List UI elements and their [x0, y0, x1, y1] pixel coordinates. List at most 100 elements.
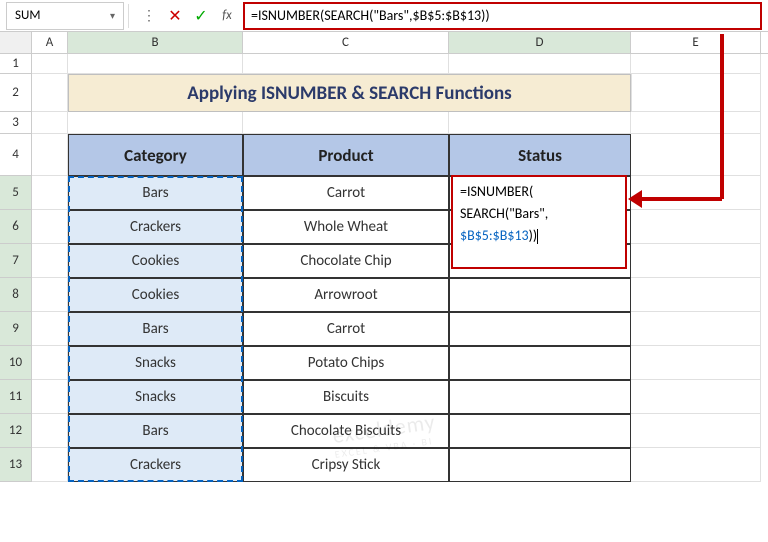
cell-a13[interactable] — [32, 448, 68, 482]
cell-e4[interactable] — [631, 134, 761, 176]
formula-line-3: $B$5:$B$13 — [460, 227, 529, 244]
header-product[interactable]: Product — [243, 134, 449, 176]
cell-b9[interactable]: Bars — [68, 312, 243, 346]
cell-a3[interactable] — [32, 112, 68, 134]
callout-arrow-v — [720, 34, 724, 199]
cell-a7[interactable] — [32, 244, 68, 278]
row-header-8[interactable]: 8 — [0, 278, 32, 312]
row-header-10[interactable]: 10 — [0, 346, 32, 380]
cell-d12[interactable] — [449, 414, 631, 448]
cell-c13[interactable]: Cripsy Stick — [243, 448, 449, 482]
row-1: 1 — [0, 54, 768, 74]
cell-a4[interactable] — [32, 134, 68, 176]
row-header-11[interactable]: 11 — [0, 380, 32, 414]
cell-d10[interactable] — [449, 346, 631, 380]
cell-e10[interactable] — [631, 346, 761, 380]
cell-a12[interactable] — [32, 414, 68, 448]
enter-icon[interactable]: ✓ — [191, 6, 211, 26]
col-header-B[interactable]: B — [68, 32, 243, 53]
row-header-3[interactable]: 3 — [0, 112, 32, 134]
cell-b11[interactable]: Snacks — [68, 380, 243, 414]
cell-e5[interactable] — [631, 176, 761, 210]
cell-a1[interactable] — [32, 54, 68, 74]
row-header-9[interactable]: 9 — [0, 312, 32, 346]
cell-e13[interactable] — [631, 448, 761, 482]
formula-text: =ISNUMBER(SEARCH("Bars",$B$5:$B$13)) — [251, 7, 490, 24]
row-header-1[interactable]: 1 — [0, 54, 32, 74]
cell-c3[interactable] — [243, 112, 449, 134]
cell-a8[interactable] — [32, 278, 68, 312]
cancel-icon[interactable]: ✕ — [165, 6, 185, 26]
arrow-head-icon — [628, 190, 642, 208]
cell-e6[interactable] — [631, 210, 761, 244]
cell-a9[interactable] — [32, 312, 68, 346]
cell-e2[interactable] — [631, 74, 761, 112]
select-all-corner[interactable] — [0, 32, 32, 53]
cell-d11[interactable] — [449, 380, 631, 414]
row-header-2[interactable]: 2 — [0, 74, 32, 112]
cell-c6[interactable]: Whole Wheat — [243, 210, 449, 244]
cell-e1[interactable] — [631, 54, 761, 74]
callout-arrow-h — [640, 197, 722, 201]
fx-icon[interactable]: fx — [217, 6, 237, 26]
cell-c10[interactable]: Potato Chips — [243, 346, 449, 380]
formula-input[interactable]: =ISNUMBER(SEARCH("Bars",$B$5:$B$13)) — [243, 2, 762, 30]
row-12: 12 Bars Chocolate Biscuits — [0, 414, 768, 448]
col-header-C[interactable]: C — [243, 32, 449, 53]
cell-editing-overlay[interactable]: =ISNUMBER( SEARCH("Bars", $B$5:$B$13)) — [451, 175, 627, 269]
row-header-7[interactable]: 7 — [0, 244, 32, 278]
row-3: 3 — [0, 112, 768, 134]
cell-b1[interactable] — [68, 54, 243, 74]
row-header-5[interactable]: 5 — [0, 176, 32, 210]
col-header-D[interactable]: D — [449, 32, 631, 53]
row-header-4[interactable]: 4 — [0, 134, 32, 176]
cell-c8[interactable]: Arrowroot — [243, 278, 449, 312]
row-9: 9 Bars Carrot — [0, 312, 768, 346]
cell-c1[interactable] — [243, 54, 449, 74]
row-7: 7 Cookies Chocolate Chip — [0, 244, 768, 278]
col-header-A[interactable]: A — [32, 32, 68, 53]
cell-a5[interactable] — [32, 176, 68, 210]
cell-b10[interactable]: Snacks — [68, 346, 243, 380]
cell-c7[interactable]: Chocolate Chip — [243, 244, 449, 278]
cell-c9[interactable]: Carrot — [243, 312, 449, 346]
cell-e12[interactable] — [631, 414, 761, 448]
cell-e8[interactable] — [631, 278, 761, 312]
cell-c5[interactable]: Carrot — [243, 176, 449, 210]
cell-e9[interactable] — [631, 312, 761, 346]
header-status[interactable]: Status — [449, 134, 631, 176]
cell-b12[interactable]: Bars — [68, 414, 243, 448]
cell-d8[interactable] — [449, 278, 631, 312]
name-box[interactable]: SUM ▾ — [6, 2, 124, 30]
header-category[interactable]: Category — [68, 134, 243, 176]
cell-a2[interactable] — [32, 74, 68, 112]
row-header-13[interactable]: 13 — [0, 448, 32, 482]
cell-e11[interactable] — [631, 380, 761, 414]
cell-e3[interactable] — [631, 112, 761, 134]
cell-d3[interactable] — [449, 112, 631, 134]
cell-a11[interactable] — [32, 380, 68, 414]
cell-a6[interactable] — [32, 210, 68, 244]
cell-d13[interactable] — [449, 448, 631, 482]
formula-bar: SUM ▾ ⋮ ✕ ✓ fx =ISNUMBER(SEARCH("Bars",$… — [0, 0, 768, 32]
cell-b6[interactable]: Crackers — [68, 210, 243, 244]
cell-b3[interactable] — [68, 112, 243, 134]
col-header-E[interactable]: E — [631, 32, 761, 53]
row-header-12[interactable]: 12 — [0, 414, 32, 448]
cell-e7[interactable] — [631, 244, 761, 278]
page-title[interactable]: Applying ISNUMBER & SEARCH Functions — [68, 74, 631, 112]
row-header-6[interactable]: 6 — [0, 210, 32, 244]
name-box-dropdown-icon[interactable]: ▾ — [110, 9, 115, 22]
cell-b8[interactable]: Cookies — [68, 278, 243, 312]
cell-d1[interactable] — [449, 54, 631, 74]
cell-b7[interactable]: Cookies — [68, 244, 243, 278]
cell-b5[interactable]: Bars — [68, 176, 243, 210]
row-13: 13 Crackers Cripsy Stick — [0, 448, 768, 482]
cell-d9[interactable] — [449, 312, 631, 346]
cell-a10[interactable] — [32, 346, 68, 380]
cell-c11[interactable]: Biscuits — [243, 380, 449, 414]
column-header-row: A B C D E — [0, 32, 768, 54]
row-8: 8 Cookies Arrowroot — [0, 278, 768, 312]
cell-c12[interactable]: Chocolate Biscuits — [243, 414, 449, 448]
cell-b13[interactable]: Crackers — [68, 448, 243, 482]
